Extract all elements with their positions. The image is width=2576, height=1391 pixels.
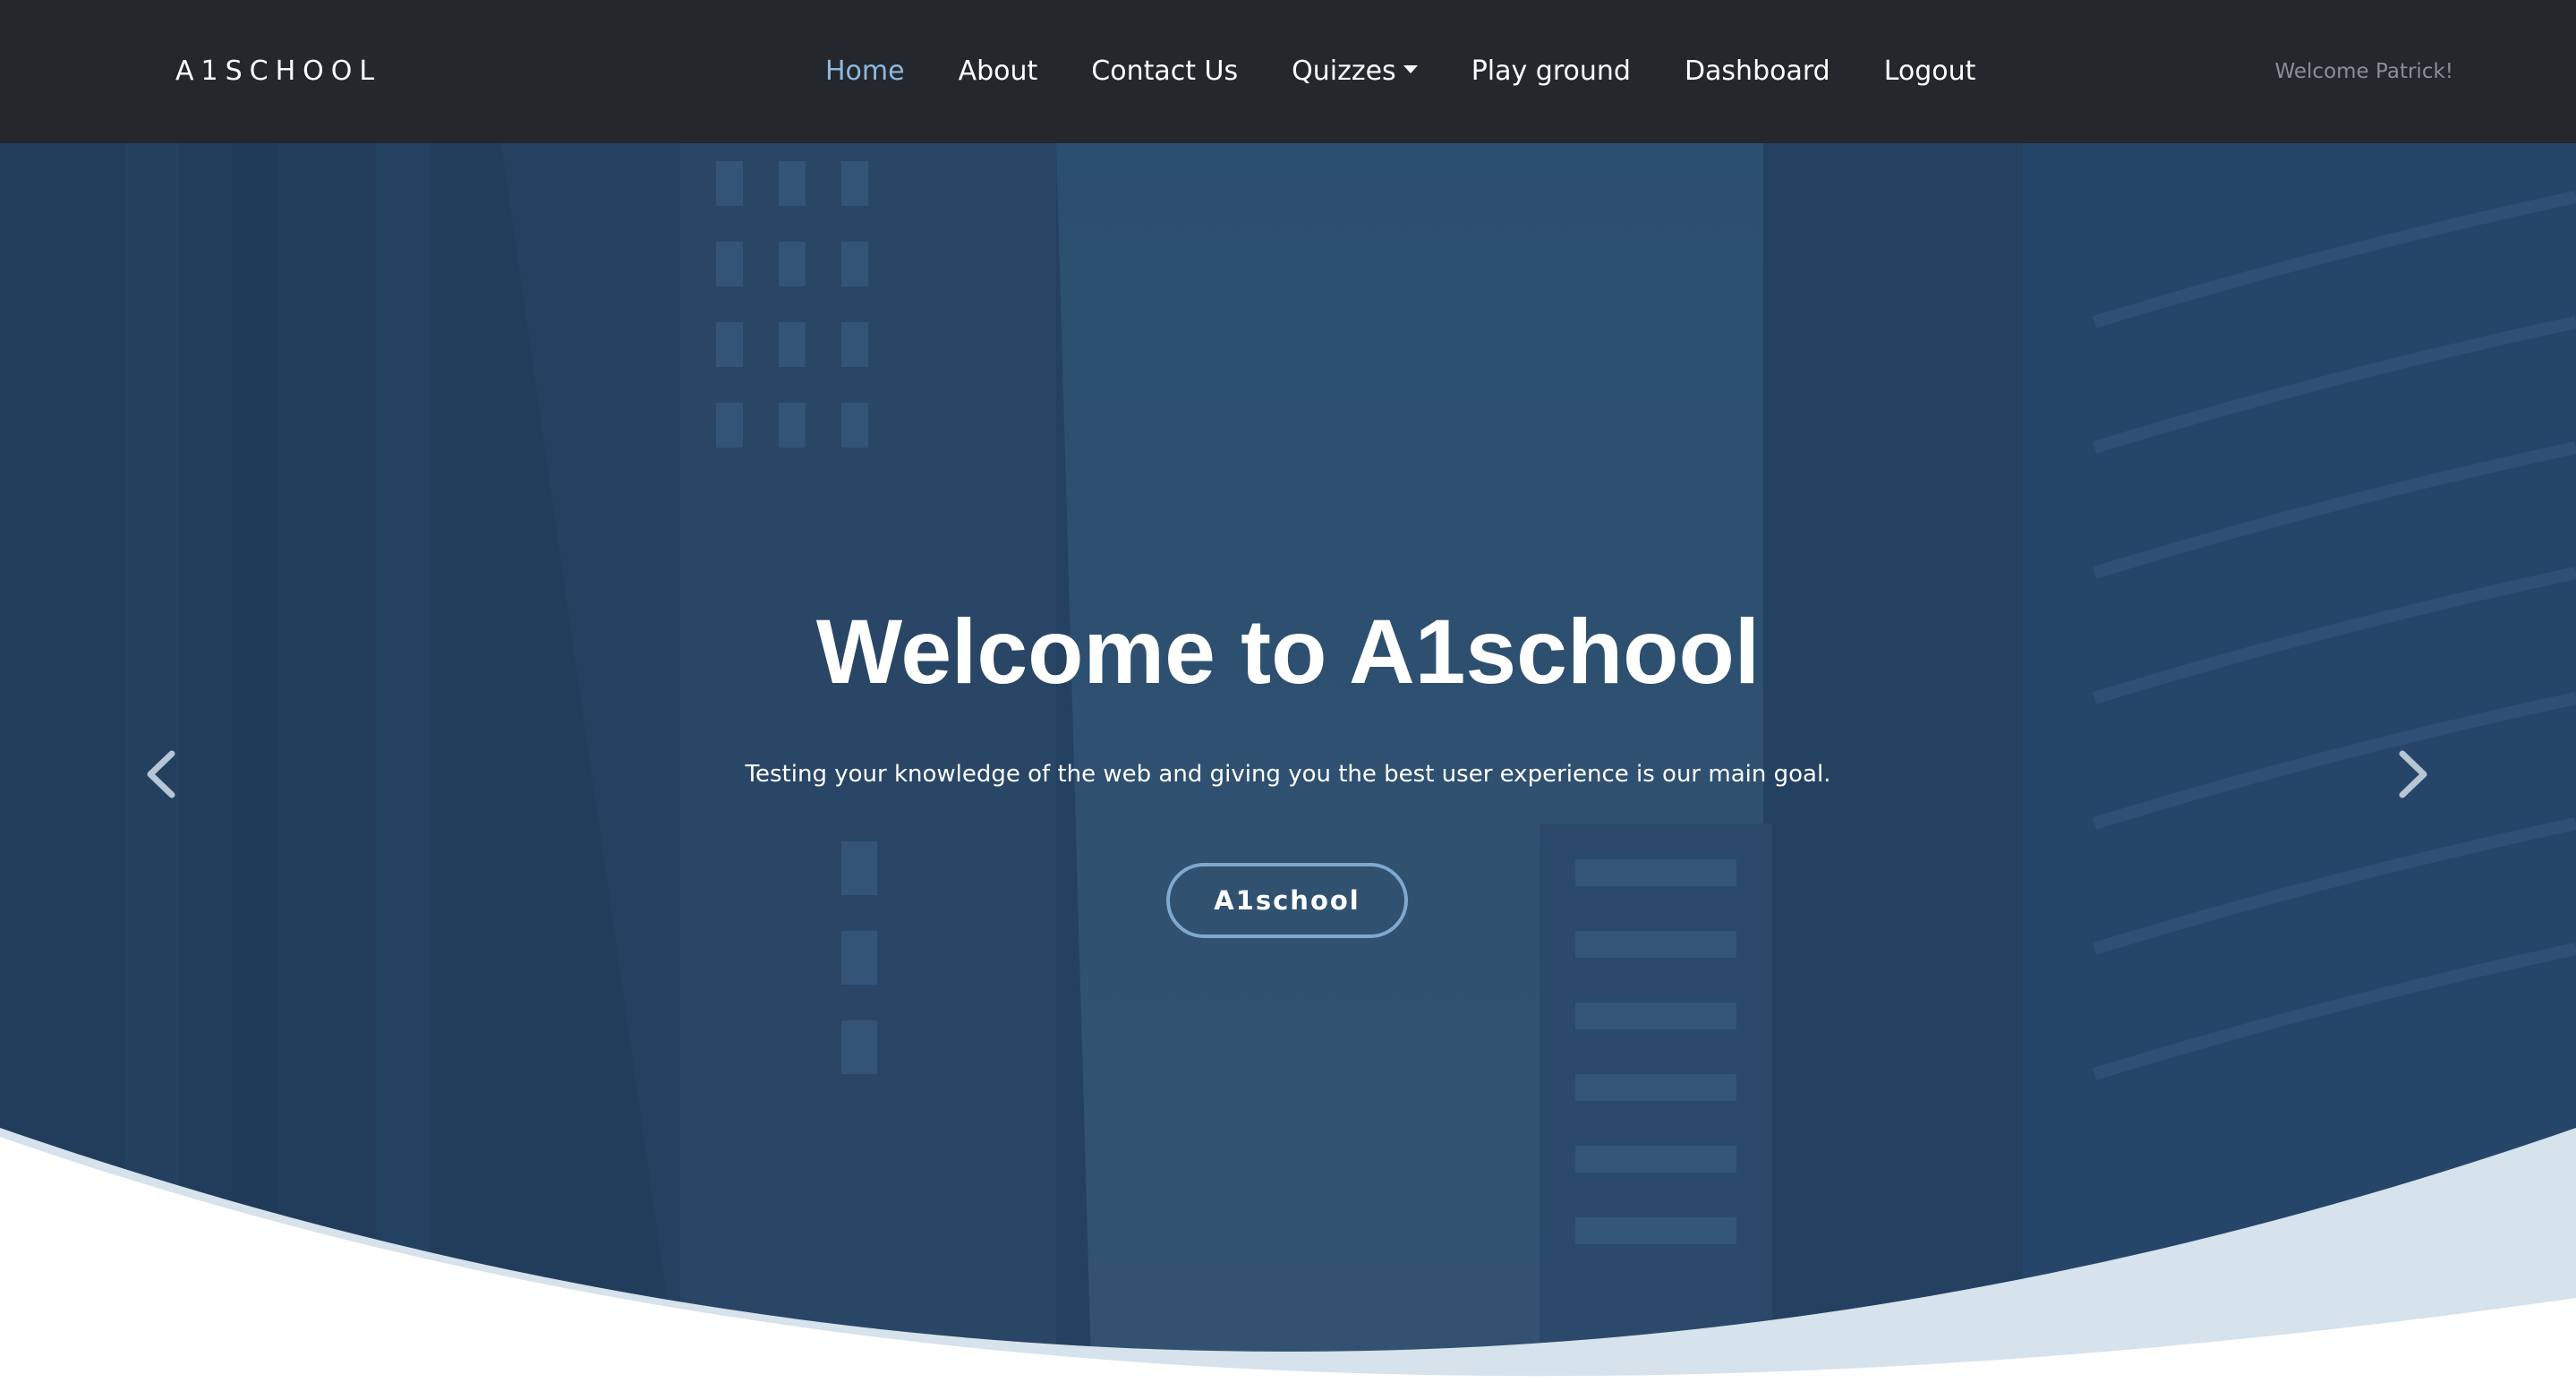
hero-cta-button[interactable]: A1school bbox=[1166, 863, 1408, 938]
hero-subtitle: Testing your knowledge of the web and gi… bbox=[745, 761, 1831, 788]
nav-link-quizzes-dropdown[interactable]: Quizzes bbox=[1292, 52, 1418, 91]
nav-link-home[interactable]: Home bbox=[825, 52, 905, 91]
welcome-user-text: Welcome Patrick! bbox=[2274, 60, 2454, 83]
nav-link-quizzes-label: Quizzes bbox=[1292, 55, 1396, 87]
nav-link-contact-us[interactable]: Contact Us bbox=[1091, 52, 1238, 91]
nav-link-about[interactable]: About bbox=[959, 52, 1038, 91]
hero-carousel: Welcome to A1school Testing your knowled… bbox=[0, 143, 2576, 1391]
nav-link-logout[interactable]: Logout bbox=[1884, 52, 1976, 91]
caret-down-icon bbox=[1403, 65, 1418, 73]
hero-title: Welcome to A1school bbox=[815, 601, 1761, 703]
navbar: A1SCHOOL Home About Contact Us Quizzes P… bbox=[0, 0, 2576, 143]
brand-logo[interactable]: A1SCHOOL bbox=[175, 52, 381, 91]
nav-link-dashboard[interactable]: Dashboard bbox=[1685, 52, 1830, 91]
nav-links: Home About Contact Us Quizzes Play groun… bbox=[825, 52, 1975, 91]
nav-link-play-ground[interactable]: Play ground bbox=[1471, 52, 1631, 91]
